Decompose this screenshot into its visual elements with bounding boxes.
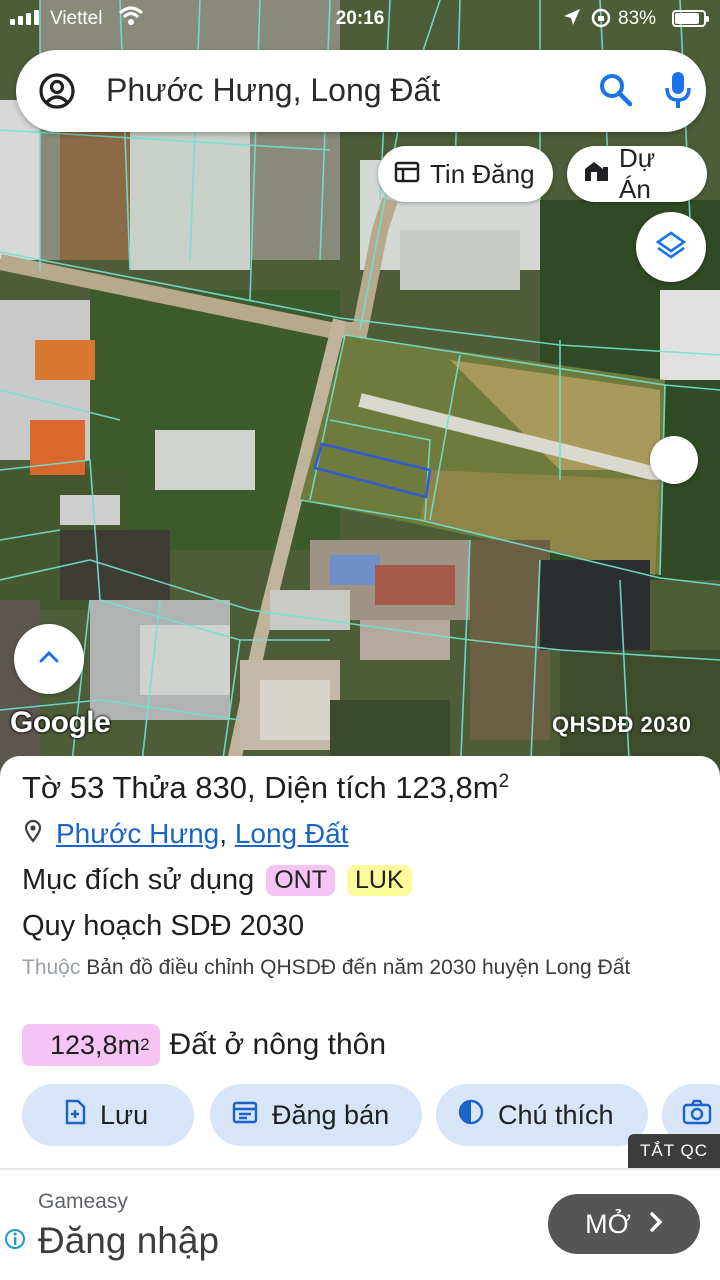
post-sale-button-label: Đăng bán <box>272 1099 390 1130</box>
ward-link[interactable]: Phước Hưng <box>56 818 219 850</box>
listings-chip[interactable]: Tin Đăng <box>378 146 553 202</box>
parcel-info-sheet: Tờ 53 Thửa 830, Diện tích 123,8m2 Phước … <box>0 756 720 1280</box>
search-query[interactable]: Phước Hưng, Long Đất <box>106 72 440 109</box>
area-unit-sup: 2 <box>498 771 510 792</box>
close-ad-button[interactable]: TẮT QC <box>628 1134 720 1168</box>
action-bar: Lưu Đăng bán Chú thích <box>22 1084 720 1146</box>
clock: 20:16 <box>335 8 385 29</box>
legend-button[interactable]: Chú thích <box>436 1084 648 1146</box>
area-value: 123,8m <box>395 770 499 805</box>
sheet-number: 53 <box>69 770 105 805</box>
save-button-label: Lưu <box>100 1099 149 1130</box>
zone-area-sup: 2 <box>140 1035 150 1054</box>
district-link[interactable]: Long Đất <box>235 818 349 850</box>
plan-source-prefix: Thuộc <box>22 956 81 979</box>
usage-tag-ont: ONT <box>266 865 335 896</box>
legend-button-label: Chú thích <box>498 1099 614 1130</box>
mic-icon[interactable] <box>662 70 694 115</box>
ad-banner[interactable]: Gameasy Đăng nhập MỞ <box>0 1168 720 1280</box>
expand-sheet-button[interactable] <box>14 624 84 694</box>
parcel-location: Phước Hưng, Long Đất <box>22 818 348 850</box>
map-side-handle[interactable] <box>650 436 698 484</box>
chevron-right-icon <box>649 1209 663 1240</box>
usage-tag-luk: LUK <box>346 865 412 896</box>
rotation-lock-icon <box>590 7 612 35</box>
listing-icon <box>394 159 420 190</box>
area-label: Diện tích <box>264 770 387 805</box>
sheet-label: Tờ <box>22 770 62 805</box>
projects-chip-label: Dự Án <box>619 143 656 204</box>
project-icon <box>583 159 609 190</box>
layers-icon <box>655 229 687 266</box>
battery-percent: 83% <box>618 8 657 29</box>
calendar-icon <box>232 1100 258 1131</box>
plan-source: Thuộc Bản đồ điều chỉnh QHSDĐ đến năm 20… <box>22 952 702 984</box>
ad-open-button[interactable]: MỞ <box>548 1194 700 1254</box>
layers-button[interactable] <box>636 212 706 282</box>
ad-brand: Gameasy <box>38 1190 128 1213</box>
listings-chip-label: Tin Đăng <box>430 158 535 189</box>
ad-open-label: MỞ <box>585 1208 631 1239</box>
save-button[interactable]: Lưu <box>22 1084 194 1146</box>
zone-area: 123,8m <box>50 1029 141 1060</box>
map-layer-label: QHSDĐ 2030 <box>552 712 692 737</box>
add-doc-icon <box>64 1099 86 1132</box>
search-bar[interactable]: Phước Hưng, Long Đất <box>16 50 706 132</box>
ad-title: Đăng nhập <box>38 1220 220 1261</box>
status-bar: Viettel 20:16 83% <box>0 0 720 36</box>
parcel-label: Thửa <box>112 770 187 805</box>
search-icon[interactable] <box>598 72 634 113</box>
post-sale-button[interactable]: Đăng bán <box>210 1084 422 1146</box>
map-view[interactable]: Viettel 20:16 83% Phước Hưng, Long Đất T… <box>0 0 720 780</box>
battery-icon <box>672 10 709 27</box>
zone-area-badge: 123,8m 2 <box>22 1024 160 1066</box>
usage-row: Mục đích sử dụng ONT LUK <box>22 864 412 897</box>
google-attribution: Google <box>10 706 111 739</box>
plan-source-text: Bản đồ điều chỉnh QHSDĐ đến năm 2030 huy… <box>86 956 631 979</box>
location-arrow-icon <box>562 7 582 33</box>
chevron-up-icon <box>37 649 61 670</box>
pin-icon <box>24 818 42 850</box>
parcel-summary: Tờ 53 Thửa 830, Diện tích 123,8m2 <box>22 770 510 805</box>
projects-chip[interactable]: Dự Án <box>567 143 707 204</box>
info-icon[interactable] <box>4 1228 26 1255</box>
account-icon[interactable] <box>38 72 76 115</box>
zone-row: 123,8m 2 Đất ở nông thôn <box>22 1024 386 1066</box>
usage-label: Mục đích sử dụng <box>22 864 255 896</box>
parcel-number: 830 <box>195 770 247 805</box>
plan-title: Quy hoạch SDĐ 2030 <box>22 910 305 942</box>
contrast-icon <box>458 1099 484 1132</box>
camera-icon <box>682 1099 712 1132</box>
zone-description: Đất ở nông thôn <box>169 1028 387 1061</box>
